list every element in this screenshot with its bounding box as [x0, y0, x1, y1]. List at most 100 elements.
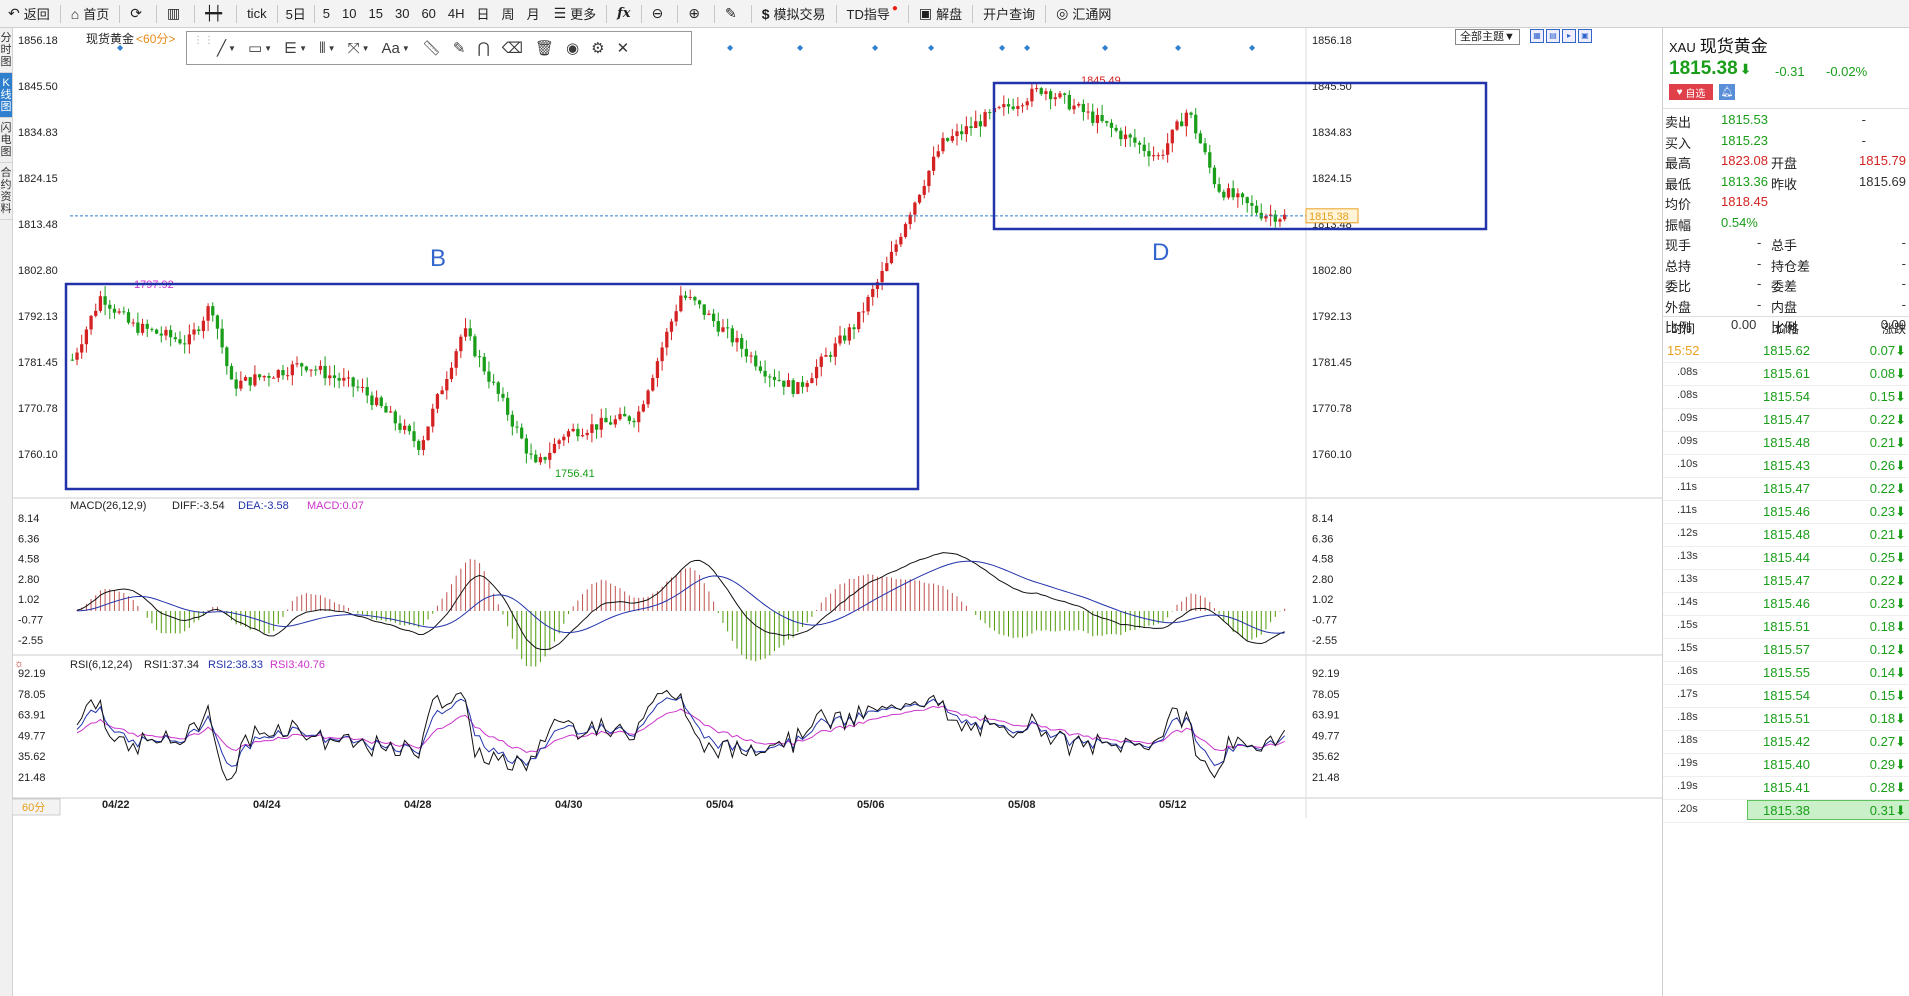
tick-price: 1815.57: [1763, 642, 1810, 657]
close-icon: ✕: [616, 40, 630, 57]
home-button[interactable]: ⌂ 首页: [63, 0, 117, 28]
tick-change-value: 0.18: [1869, 711, 1896, 726]
period-5day[interactable]: 5日: [280, 0, 312, 28]
huitong-button[interactable]: ◎ 汇通网: [1048, 0, 1119, 28]
shape-tool[interactable]: ▭ ▼: [242, 39, 278, 57]
zoom-out-button[interactable]: ⊖: [644, 0, 676, 28]
trash-icon: 🗑︎: [534, 40, 555, 57]
price-axis-label-left: 1802.80: [18, 265, 58, 277]
candle-body: [782, 380, 786, 387]
candle-body: [136, 322, 140, 333]
candle-body: [1067, 94, 1071, 110]
chart-area[interactable]: 1856.18 1856.18 1845.50 1845.50 1834.83 1834.…: [12, 28, 1662, 996]
candle-body: [286, 375, 290, 377]
layout-grid-icon[interactable]: ▦: [1530, 29, 1544, 43]
tick-change: 0.18⬇: [1870, 619, 1906, 635]
channel-tool[interactable]: ⋿ ▼: [278, 39, 313, 57]
sim-trade-button[interactable]: $ 模拟交易: [754, 0, 834, 28]
text-tool[interactable]: Aa ▼: [376, 40, 416, 57]
candle-body: [300, 363, 304, 367]
candlestick-button[interactable]: ┿┿: [197, 0, 234, 28]
candle-body: [342, 377, 346, 381]
quote-row: 委比 - 委差 -: [1663, 274, 1909, 294]
period-5[interactable]: 5: [317, 0, 336, 28]
candle-body: [154, 329, 159, 334]
candle-body: [796, 382, 800, 394]
theme-select[interactable]: 全部主题▼: [1455, 29, 1520, 45]
tab-kline[interactable]: K线图: [0, 73, 12, 118]
quote-row: 振幅 0.54%: [1663, 213, 1909, 233]
period-60[interactable]: 60: [415, 0, 441, 28]
candle-body: [1156, 155, 1160, 157]
tab-timeshare[interactable]: 分时图: [0, 28, 12, 73]
tick-button[interactable]: tick: [239, 0, 275, 28]
layout-full-icon[interactable]: ▣: [1578, 29, 1592, 43]
candle-body: [749, 355, 753, 357]
tab-contract[interactable]: 合约资料: [0, 163, 12, 220]
candle-body: [318, 365, 323, 370]
more-button[interactable]: ☰ 更多: [546, 0, 605, 28]
candle-body: [983, 112, 987, 127]
huitong-logo-icon: ◎: [1056, 5, 1069, 21]
brush-tool[interactable]: ✎: [447, 39, 472, 57]
analysis-button[interactable]: ▣ 解盘: [911, 0, 970, 28]
visibility-tool[interactable]: ◉: [560, 39, 585, 57]
field-value: -: [1757, 255, 1762, 271]
magnet-tool[interactable]: ⋂: [471, 39, 495, 57]
back-button[interactable]: ↶ 返回: [0, 0, 58, 28]
field-value: -: [1757, 276, 1762, 291]
rsi-axis-left: 49.77: [18, 730, 46, 742]
settings-tool[interactable]: ⚙: [585, 39, 610, 57]
candle-body: [84, 329, 89, 345]
eraser-tool[interactable]: ⌫: [496, 39, 529, 57]
drag-handle-icon[interactable]: ⋮⋮: [193, 36, 214, 58]
period-15[interactable]: 15: [363, 0, 389, 28]
close-toolbar-button[interactable]: ✕: [611, 39, 636, 57]
fib-tool[interactable]: ⦀ ▼: [313, 40, 342, 57]
period-4h[interactable]: 4H: [442, 0, 471, 28]
trash-tool[interactable]: 🗑︎: [529, 39, 560, 57]
quote-row: 最低 1813.36 昨收 1815.69: [1663, 172, 1909, 192]
layout-split-icon[interactable]: ▤: [1546, 29, 1560, 43]
formula-button[interactable]: fx: [609, 0, 638, 28]
candle-body: [201, 320, 206, 332]
pen-icon: ✎: [724, 5, 737, 21]
candle-body: [187, 334, 191, 345]
line-tool[interactable]: ╱ ▼: [211, 39, 242, 57]
quote-row: 买入 1815.23 -: [1663, 131, 1909, 151]
candle-body: [473, 336, 477, 357]
down-arrow-icon: ⬇: [1895, 619, 1906, 634]
candle-body: [365, 387, 369, 396]
event-marker: ◆: [1102, 43, 1109, 52]
field-label-2: 内盘: [1771, 299, 1798, 315]
period-10[interactable]: 10: [336, 0, 362, 28]
period-30[interactable]: 30: [389, 0, 415, 28]
refresh-button[interactable]: ⟳: [122, 0, 154, 28]
kline-chart[interactable]: 1856.18 1856.181845.50 1845.501834.83 1834.…: [12, 28, 1662, 996]
tick-row: .13s 1815.47 0.22⬇: [1663, 569, 1909, 593]
candle-body: [1044, 91, 1048, 94]
tick-row: .16s 1815.55 0.14⬇: [1663, 661, 1909, 685]
ruler-tool[interactable]: 📏︎: [416, 39, 447, 57]
pattern-tool[interactable]: ⤧ ▼: [342, 40, 376, 57]
candle-body: [183, 343, 187, 345]
candle-body: [744, 348, 749, 357]
zoom-in-button[interactable]: ⊕: [680, 0, 712, 28]
draw-button[interactable]: ✎: [717, 0, 749, 28]
layout-play-icon[interactable]: ▸: [1562, 29, 1576, 43]
period-week[interactable]: 周: [496, 0, 521, 28]
eye-icon: ◉: [566, 40, 580, 57]
down-arrow-icon: ⬇: [1895, 458, 1906, 473]
period-day[interactable]: 日: [471, 0, 496, 28]
td-guide-button[interactable]: TD指导 ●: [839, 0, 906, 28]
macd-diff: DIFF:-3.54: [172, 500, 225, 512]
event-marker: ◆: [872, 43, 879, 52]
tab-flash[interactable]: 闪电图: [0, 118, 12, 163]
alert-button[interactable]: 🔔︎: [1719, 84, 1735, 100]
candle-body: [814, 366, 819, 379]
add-favorite-button[interactable]: ♥ 自选: [1669, 84, 1713, 100]
bar-chart-button[interactable]: ▥: [159, 0, 192, 28]
period-month[interactable]: 月: [521, 0, 546, 28]
candle-body: [374, 397, 379, 406]
account-query-button[interactable]: 开户查询: [975, 0, 1043, 28]
